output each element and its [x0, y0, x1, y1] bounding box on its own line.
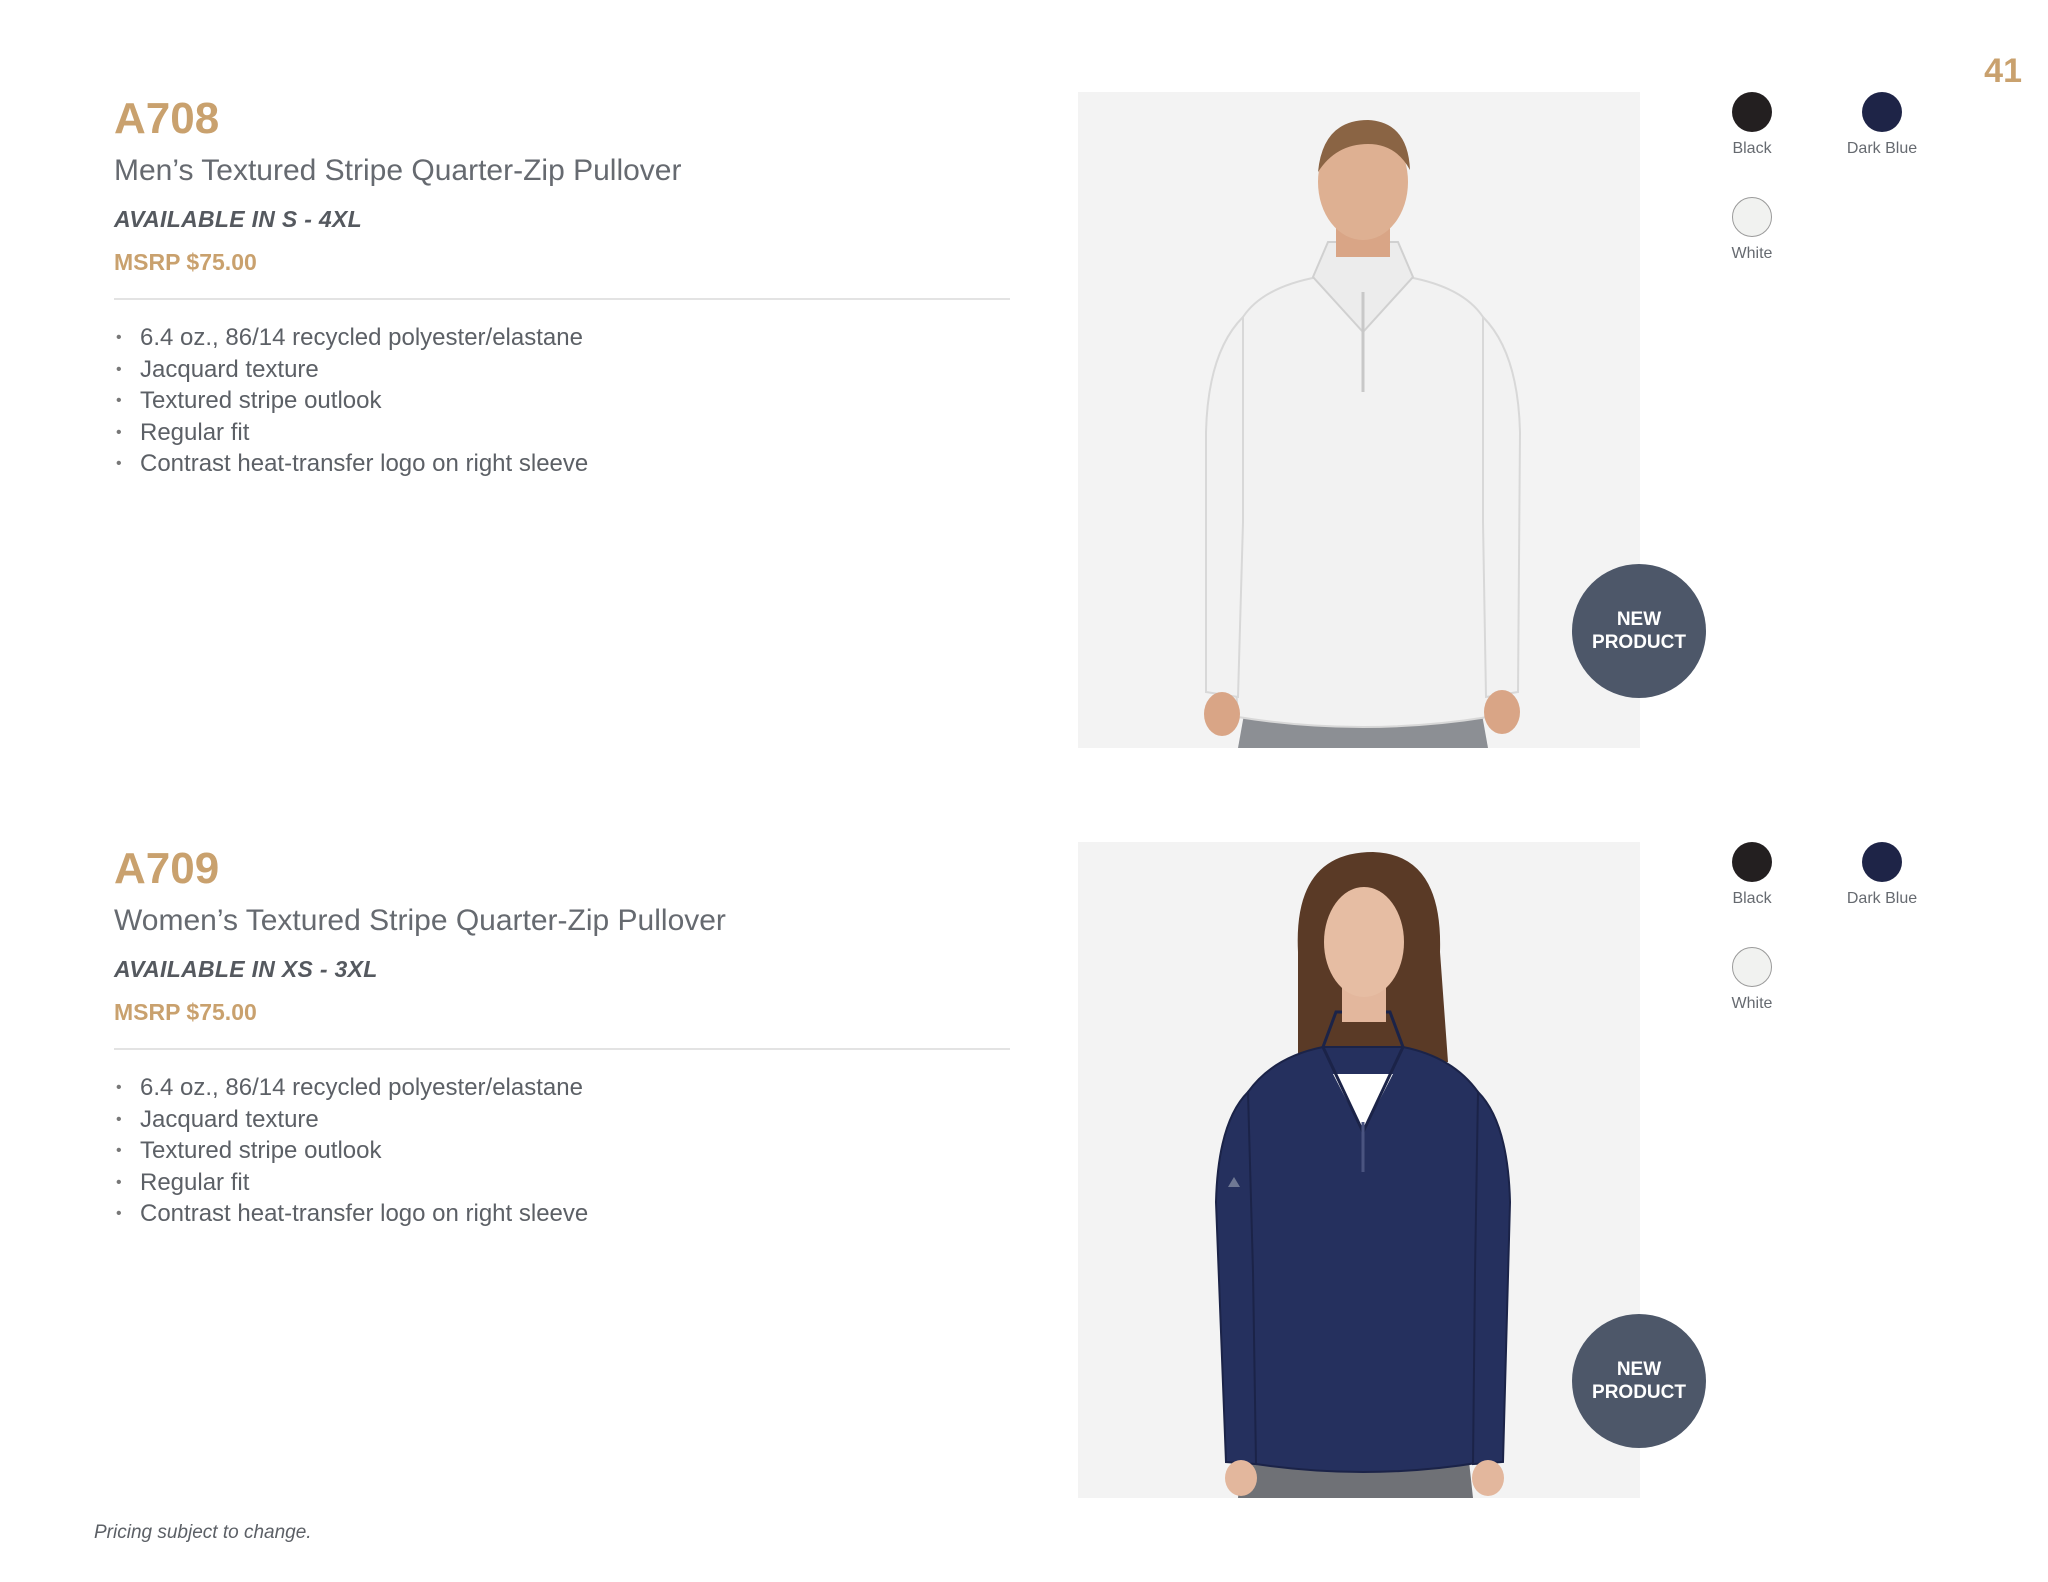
badge-line-1: NEW — [1616, 609, 1662, 630]
product-photo — [1078, 92, 1640, 748]
bullet-icon: • — [116, 1079, 122, 1096]
feature-item: • Contrast heat-transfer logo on right sl… — [114, 448, 1014, 480]
product-name: Men’s Textured Stripe Quarter-Zip Pullov… — [114, 154, 682, 187]
product-code: A709 — [114, 844, 220, 893]
feature-text: Contrast heat-transfer logo on right sle… — [140, 1200, 589, 1227]
new-product-badge: NEW PRODUCT — [1572, 1314, 1706, 1448]
bullet-icon: • — [116, 423, 122, 441]
product-name: Women’s Textured Stripe Quarter-Zip Pull… — [114, 904, 726, 937]
swatch-label: White — [1731, 245, 1773, 262]
feature-item: • Contrast heat-transfer logo on right sl… — [114, 1198, 1014, 1230]
bullet-icon: • — [116, 455, 122, 472]
swatch-label: Black — [1732, 140, 1772, 157]
product-code: A708 — [114, 94, 220, 143]
bullet-icon: • — [116, 360, 122, 378]
feature-item: • 6.4 oz., 86/14 recycled polyester/elast… — [114, 322, 1014, 354]
feature-text: Textured stripe outlook — [140, 1137, 382, 1164]
color-swatch-dark-blue: Dark Blue — [1827, 92, 1937, 158]
bullet-icon: • — [116, 1205, 122, 1222]
color-swatch-black: Black — [1697, 842, 1807, 908]
swatch-label: White — [1731, 995, 1773, 1012]
feature-text: Jacquard texture — [140, 1105, 319, 1133]
product-a708: A708 Men’s Textured Stripe Quarter-Zip P… — [0, 92, 2048, 772]
feature-text: Contrast heat-transfer logo on right sle… — [140, 450, 589, 477]
size-availability: AVAILABLE IN S - 4XL — [114, 206, 362, 232]
color-swatch-white: White — [1697, 197, 1807, 263]
feature-list: • 6.4 oz., 86/14 recycled polyester/elast… — [114, 1072, 1014, 1230]
divider — [114, 298, 1010, 300]
feature-text: 6.4 oz., 86/14 recycled polyester/elasta… — [140, 324, 583, 351]
swatch-dot — [1732, 947, 1772, 987]
product-a709: A709 Women’s Textured Stripe Quarter-Zip… — [0, 842, 2048, 1522]
swatch-label: Dark Blue — [1846, 890, 1918, 907]
badge-line-2: PRODUCT — [1592, 1382, 1686, 1403]
product-info: A709 Women’s Textured Stripe Quarter-Zip… — [114, 842, 1014, 1230]
feature-item: • Textured stripe outlook — [114, 1135, 1014, 1167]
color-swatch-white: White — [1697, 947, 1807, 1013]
badge-line-2: PRODUCT — [1592, 632, 1686, 653]
bullet-icon: • — [116, 1110, 122, 1128]
swatch-dot — [1732, 842, 1772, 882]
feature-item: • Textured stripe outlook — [114, 385, 1014, 417]
swatch-label: Black — [1732, 890, 1772, 907]
feature-text: 6.4 oz., 86/14 recycled polyester/elasta… — [140, 1074, 583, 1101]
pricing-disclaimer: Pricing subject to change. — [94, 1522, 312, 1543]
model-illustration — [1214, 852, 1512, 1498]
swatch-dot — [1862, 842, 1902, 882]
color-swatch-dark-blue: Dark Blue — [1827, 842, 1937, 908]
swatch-dot — [1732, 92, 1772, 132]
bullet-icon: • — [116, 392, 122, 409]
bullet-icon: • — [116, 1173, 122, 1191]
size-availability: AVAILABLE IN XS - 3XL — [114, 956, 378, 982]
swatch-label: Dark Blue — [1846, 140, 1918, 157]
product-photo — [1078, 842, 1640, 1498]
feature-item: • Jacquard texture — [114, 1104, 1014, 1136]
divider — [114, 1048, 1010, 1050]
feature-text: Regular fit — [140, 418, 250, 446]
bullet-icon: • — [116, 1142, 122, 1159]
color-swatch-black: Black — [1697, 92, 1807, 158]
feature-text: Textured stripe outlook — [140, 387, 382, 414]
product-info: A708 Men’s Textured Stripe Quarter-Zip P… — [114, 92, 1014, 480]
bullet-icon: • — [116, 329, 122, 346]
feature-item: • Regular fit — [114, 1167, 1014, 1199]
feature-text: Regular fit — [140, 1168, 250, 1196]
model-illustration — [1204, 120, 1522, 748]
feature-item: • 6.4 oz., 86/14 recycled polyester/elast… — [114, 1072, 1014, 1104]
swatch-dot — [1732, 197, 1772, 237]
feature-text: Jacquard texture — [140, 355, 319, 383]
swatch-dot — [1862, 92, 1902, 132]
feature-item: • Jacquard texture — [114, 354, 1014, 386]
page-number: 41 — [1984, 52, 2022, 90]
product-price: MSRP $75.00 — [114, 999, 257, 1025]
feature-item: • Regular fit — [114, 417, 1014, 449]
new-product-badge: NEW PRODUCT — [1572, 564, 1706, 698]
product-price: MSRP $75.00 — [114, 249, 257, 275]
badge-line-1: NEW — [1616, 1359, 1662, 1380]
feature-list: • 6.4 oz., 86/14 recycled polyester/elast… — [114, 322, 1014, 480]
